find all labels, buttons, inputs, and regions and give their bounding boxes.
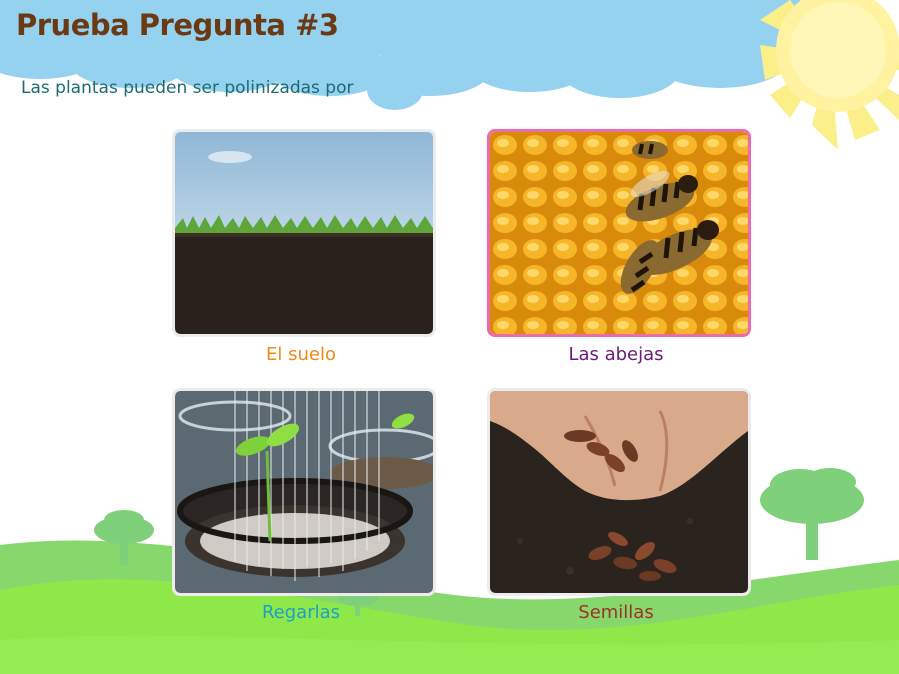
background-illustration bbox=[0, 0, 899, 674]
bees-honeycomb-image bbox=[490, 132, 748, 334]
watering-seedling-image bbox=[175, 391, 433, 593]
quiz-scene: Prueba Pregunta #3 Las plantas pueden se… bbox=[0, 0, 899, 674]
page-title: Prueba Pregunta #3 bbox=[16, 8, 339, 42]
tree-decoration-right bbox=[760, 468, 864, 560]
option-card-seeds[interactable] bbox=[487, 388, 751, 596]
option-card-watering[interactable] bbox=[172, 388, 436, 596]
question-text: Las plantas pueden ser polinizadas por bbox=[21, 78, 354, 98]
option-label-seeds[interactable]: Semillas bbox=[484, 602, 748, 623]
hills-decoration bbox=[0, 540, 899, 674]
option-label-soil[interactable]: El suelo bbox=[169, 344, 433, 365]
option-card-bees[interactable] bbox=[487, 129, 751, 337]
option-label-bees[interactable]: Las abejas bbox=[484, 344, 748, 365]
hand-seeds-image bbox=[490, 391, 748, 593]
sun-decoration bbox=[760, 0, 899, 150]
option-card-soil[interactable] bbox=[172, 129, 436, 337]
option-label-watering[interactable]: Regarlas bbox=[169, 602, 433, 623]
soil-grass-image bbox=[175, 132, 433, 334]
